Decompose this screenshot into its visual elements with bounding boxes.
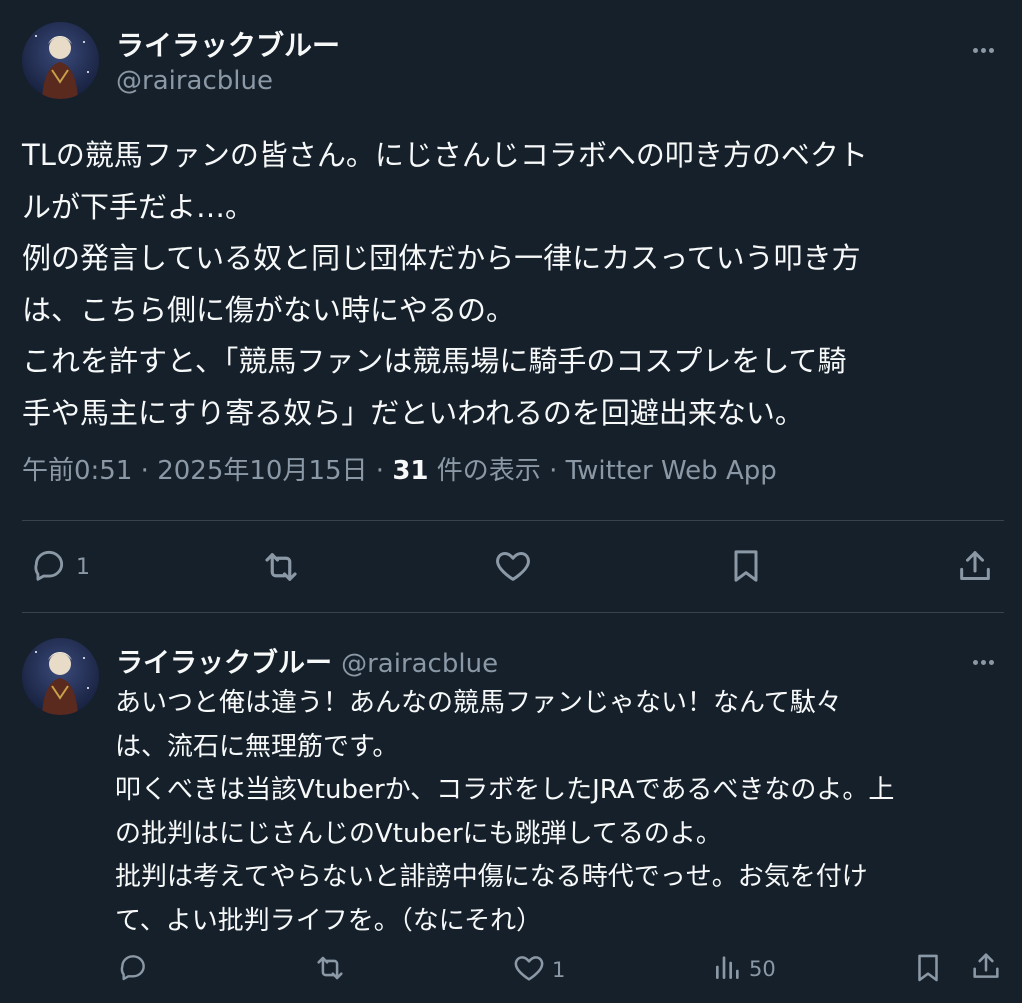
retweet-icon: [313, 951, 347, 989]
retweet-icon: [260, 546, 302, 592]
reply-like-button[interactable]: 1: [512, 951, 565, 989]
reply-text-line: 叩くべきは当該Vtuberか、コラボをしたJRAであるべきなのよ。上: [115, 775, 895, 805]
reply-text-line: あいつと俺は違う！あんなの競馬ファンじゃない！なんて駄々: [115, 688, 842, 718]
avatar[interactable]: [22, 22, 99, 99]
share-button[interactable]: [955, 546, 995, 590]
tweet-time[interactable]: 午前0:51: [22, 456, 132, 486]
like-button[interactable]: [493, 546, 533, 590]
separator: ·: [549, 456, 558, 486]
heart-icon: [512, 951, 546, 989]
reply-reply-button[interactable]: [117, 951, 149, 987]
reply-user-handle[interactable]: @rairacblue: [341, 649, 498, 679]
tweet-text-line: 例の発言している奴と同じ団体だから一律にカスっていう叩き方: [22, 241, 861, 275]
reply-views-button[interactable]: 50: [713, 951, 776, 987]
user-handle[interactable]: @rairacblue: [116, 66, 273, 96]
more-icon[interactable]: [973, 648, 997, 670]
reply-icon: [117, 951, 149, 987]
views-count: 50: [749, 957, 776, 981]
tweet-text-line: ルが下手だよ…。: [22, 189, 255, 224]
divider: [22, 612, 1004, 613]
reply-avatar[interactable]: [22, 638, 99, 715]
reply-text: あいつと俺は違う！あんなの競馬ファンじゃない！なんて駄々 は、流石に無理筋です。…: [115, 682, 1010, 943]
display-name[interactable]: ライラックブルー: [116, 24, 340, 64]
tweet-text: TLの競馬ファンの皆さん。にじさんじコラボへの叩き方のベクト ルが下手だよ…。 …: [22, 130, 997, 439]
bookmark-icon: [911, 951, 945, 989]
tweet-text-line: は、こちら側に傷がない時にやるの。: [22, 292, 516, 327]
more-icon[interactable]: [973, 36, 997, 58]
tweet-source[interactable]: Twitter Web App: [566, 456, 777, 486]
retweet-button[interactable]: [260, 546, 302, 592]
tweet-text-line: 手や馬主にすり寄る奴ら」だといわれるのを回避出来ない。: [22, 395, 804, 430]
reply-text-line: は、流石に無理筋です。: [115, 731, 399, 762]
views-label: 件の表示: [436, 456, 541, 486]
tweet-text-line: TLの競馬ファンの皆さん。にじさんじコラボへの叩き方のベクト: [22, 138, 868, 172]
reply-icon: [30, 546, 68, 588]
views-icon: [713, 951, 743, 987]
reply-bookmark-button[interactable]: [911, 951, 945, 989]
separator: ·: [375, 456, 385, 486]
views-count: 31: [392, 456, 429, 486]
bookmark-icon: [726, 546, 766, 590]
reply-retweet-button[interactable]: [313, 951, 347, 989]
divider: [22, 520, 1004, 521]
share-icon: [969, 949, 1003, 987]
reply-share-button[interactable]: [969, 949, 1003, 987]
tweet-date[interactable]: 2025年10月15日: [157, 456, 367, 486]
reply-count: 1: [76, 554, 90, 580]
tweet-meta: 午前0:51 · 2025年10月15日 · 31 件の表示 · Twitter…: [22, 450, 777, 487]
reply-text-line: て、よい批判ライフを。（なにそれ）: [115, 905, 543, 936]
reply-text-line: の批判はにじさんじのVtuberにも跳弾してるのよ。: [115, 818, 722, 849]
reply-button[interactable]: 1: [30, 546, 90, 588]
reply-display-name[interactable]: ライラックブルー: [116, 648, 332, 679]
reply-header: ライラックブルー @rairacblue: [116, 641, 498, 680]
bookmark-button[interactable]: [726, 546, 766, 590]
tweet-text-line: これを許すと、「競馬ファンは競馬場に騎手のコスプレをして騎: [22, 344, 847, 378]
share-icon: [955, 546, 995, 590]
heart-icon: [493, 546, 533, 590]
like-count: 1: [552, 958, 566, 982]
reply-text-line: 批判は考えてやらないと誹謗中傷になる時代でっせ。お気を付け: [115, 862, 868, 892]
separator: ·: [140, 456, 149, 486]
